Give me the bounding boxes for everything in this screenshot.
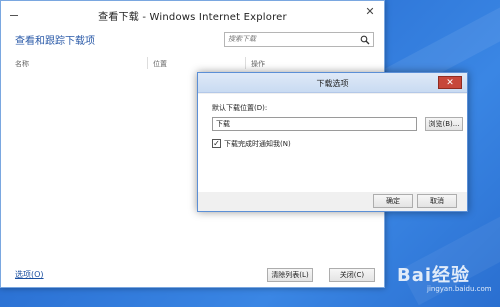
watermark-url: jingyan.baidu.com [427,285,492,293]
search-icon[interactable] [360,35,370,45]
window-titlebar: 查看下载 - Windows Internet Explorer ✕ [1,1,384,27]
dialog-footer: 确定 取消 [198,192,467,211]
dialog-title: 下载选项 [316,79,349,88]
column-divider[interactable] [245,57,246,69]
window-close-icon[interactable]: ✕ [362,5,378,19]
download-options-dialog: 下载选项 ✕ 默认下载位置(D): 下载 浏览(B)... ✓ 下载完成时通知我… [197,72,468,212]
cancel-button[interactable]: 取消 [417,194,457,208]
column-headers: 名称 位置 操作 [1,57,384,71]
clear-list-button[interactable]: 清除列表(L) [267,268,313,282]
options-link[interactable]: 选项(O) [15,269,44,280]
dialog-titlebar[interactable]: 下载选项 ✕ [198,73,467,93]
watermark: Bai经验 jingyan.baidu.com [385,258,495,303]
window-footer: 选项(O) 清除列表(L) 关闭(C) [1,265,384,287]
column-header-name[interactable]: 名称 [15,59,29,69]
ok-button[interactable]: 确定 [373,194,413,208]
dialog-body: 默认下载位置(D): 下载 浏览(B)... ✓ 下载完成时通知我(N) [198,94,467,192]
close-button[interactable]: 关闭(C) [329,268,375,282]
search-input[interactable] [228,35,358,43]
download-path-field[interactable]: 下载 [212,117,417,131]
dialog-close-icon[interactable]: ✕ [438,76,462,89]
search-box[interactable] [224,32,374,47]
notify-label[interactable]: 下载完成时通知我(N) [224,139,291,149]
column-divider[interactable] [147,57,148,69]
column-header-actions[interactable]: 操作 [251,59,265,69]
default-location-label: 默认下载位置(D): [212,104,268,112]
page-heading: 查看和跟踪下载项 [15,36,95,47]
browse-button[interactable]: 浏览(B)... [425,117,463,131]
watermark-logo: Bai经验 [397,265,471,286]
column-header-location[interactable]: 位置 [153,59,167,69]
window-title: 查看下载 - Windows Internet Explorer [98,12,287,23]
notify-checkbox[interactable]: ✓ [212,139,221,148]
